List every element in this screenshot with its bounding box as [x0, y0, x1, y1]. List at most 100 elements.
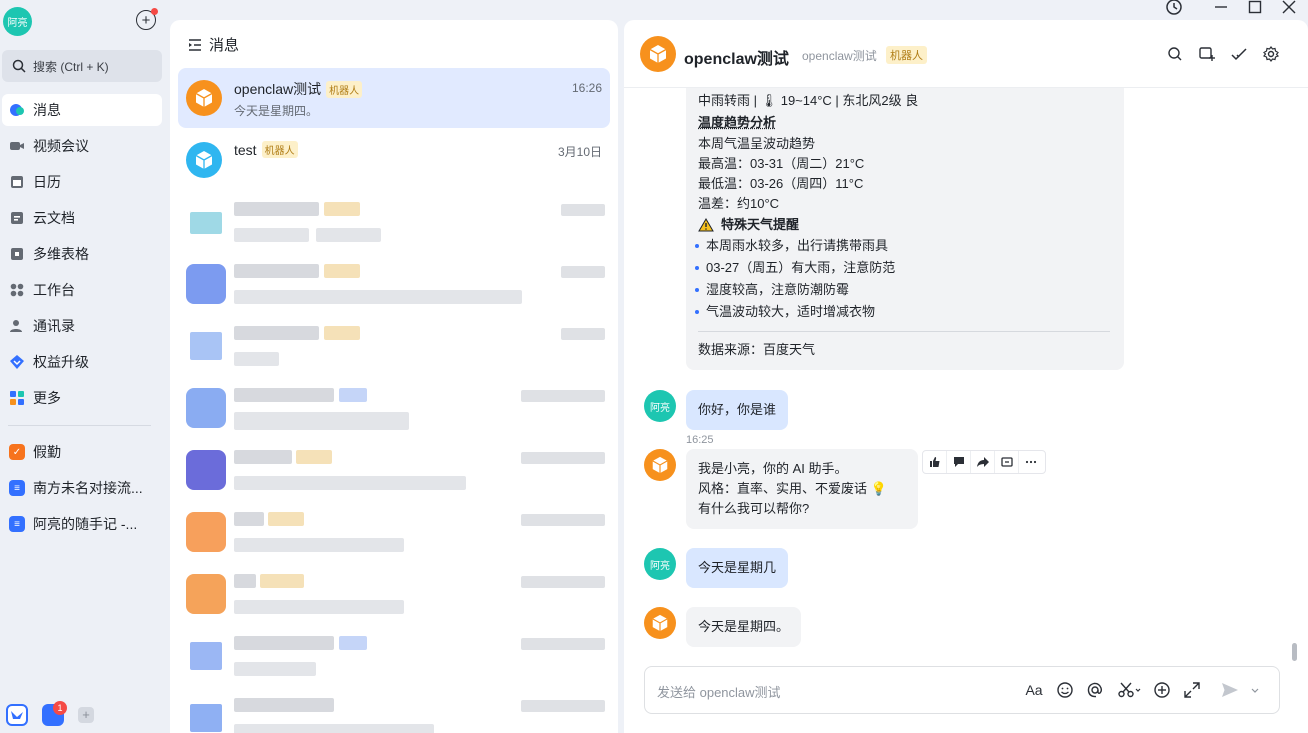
calendar-icon [9, 174, 25, 190]
user-message-bubble: 今天是星期几 [686, 548, 789, 588]
blurred-conversation[interactable] [186, 694, 606, 733]
nav-item-label: 通讯录 [33, 318, 75, 334]
feishu-logo-icon [11, 711, 23, 719]
conversation-list: 消息 openclaw测试 机器人 16:26 今天是星期四。 test 机器人 3… [170, 20, 618, 733]
app-switch-feishu[interactable] [6, 704, 28, 726]
cube-icon [195, 89, 213, 107]
message-input[interactable]: 发送给 openclaw测试 Aa [644, 666, 1280, 714]
search-icon [12, 59, 26, 73]
cube-icon [652, 456, 668, 474]
nav-item-label: 云文档 [33, 210, 75, 226]
notification-dot [151, 8, 158, 15]
nav-item-workspace[interactable]: 工作台 [2, 274, 162, 306]
thumbs-up-icon[interactable] [923, 451, 947, 473]
alert-item: 气温波动较大，适时增减衣物 [694, 302, 875, 322]
message-actions-toolbar [922, 450, 1046, 474]
blurred-conversation[interactable] [186, 322, 606, 382]
history-icon[interactable] [1165, 0, 1183, 16]
alert-item: 湿度较高，注意防潮防霉 [694, 280, 849, 300]
bot-avatar [186, 142, 222, 178]
user-avatar[interactable]: 阿亮 [644, 390, 676, 422]
settings-gear-icon[interactable] [1263, 46, 1279, 62]
nav-item-calendar[interactable]: 日历 [2, 166, 162, 198]
nav-item-label: 工作台 [33, 282, 75, 298]
cube-icon [649, 45, 667, 63]
send-icon[interactable] [1221, 681, 1239, 699]
add-app-button[interactable]: + [78, 707, 94, 723]
blurred-conversation[interactable] [186, 632, 606, 692]
search-placeholder: 搜索 (Ctrl + K) [33, 59, 109, 74]
source-divider [698, 331, 1110, 332]
emoji-icon[interactable] [1056, 681, 1074, 699]
nav-item-docs[interactable]: 云文档 [2, 202, 162, 234]
text-format-icon[interactable]: Aa [1025, 681, 1043, 699]
nav-item-upgrade[interactable]: 权益升级 [2, 346, 162, 378]
user-avatar[interactable]: 阿亮 [3, 7, 32, 36]
add-attachment-icon[interactable] [1153, 681, 1171, 699]
nav-item-label: 消息 [33, 102, 61, 118]
shortcut-doc-2[interactable]: ≡ 阿亮的随手记 -... [2, 508, 162, 540]
contacts-icon [9, 318, 25, 334]
nav-item-more[interactable]: 更多 [2, 382, 162, 414]
send-options-chevron-icon[interactable] [1249, 681, 1261, 699]
max-temperature: 最高温：03-31（周二）21°C [698, 156, 865, 171]
bot-avatar[interactable] [644, 607, 676, 639]
more-apps-icon [9, 390, 25, 406]
minimize-icon[interactable] [1214, 0, 1228, 14]
user-avatar[interactable]: 阿亮 [644, 548, 676, 580]
shortcut-doc-1[interactable]: ≡ 南方未名对接流... [2, 472, 162, 504]
more-actions-icon[interactable] [1019, 451, 1043, 473]
bot-message-bubble: 我是小亮，你的 AI 助手。 风格：直率、实用、不爱废话 💡 有什么我可以帮你? [686, 449, 918, 529]
shortcut-label: 假勤 [33, 444, 61, 460]
mention-icon[interactable] [1086, 681, 1104, 699]
nav-item-video[interactable]: 视频会议 [2, 130, 162, 162]
blurred-conversation[interactable] [186, 570, 606, 630]
conversation-item[interactable]: openclaw测试 机器人 16:26 今天是星期四。 [178, 68, 610, 128]
list-header: 消息 [187, 34, 239, 55]
blurred-conversation[interactable] [186, 384, 606, 444]
bot-avatar[interactable] [640, 36, 676, 72]
document-icon: ≡ [9, 480, 25, 496]
data-source: 数据来源：百度天气 [698, 342, 816, 357]
bot-avatar[interactable] [644, 449, 676, 481]
blurred-conversation[interactable] [186, 508, 606, 568]
bot-tag: 机器人 [261, 141, 298, 158]
quote-icon[interactable] [995, 451, 1019, 473]
blurred-conversation[interactable] [186, 446, 606, 506]
collapse-list-icon[interactable] [187, 37, 203, 53]
forward-icon[interactable] [971, 451, 995, 473]
warning-icon [698, 218, 714, 232]
nav-item-label: 视频会议 [33, 138, 89, 154]
user-message-bubble: 你好，你是谁 [686, 390, 789, 430]
window-controls [1160, 0, 1308, 18]
nav-item-label: 日历 [33, 174, 61, 190]
bot-message-bubble: 今天是星期四。 [686, 607, 802, 647]
blurred-conversation[interactable] [186, 198, 606, 258]
conversation-item[interactable]: test 机器人 3月10日 [178, 130, 610, 190]
screenshot-scissors-icon[interactable] [1117, 681, 1141, 699]
chat-scrollbar[interactable] [1292, 643, 1297, 661]
close-icon[interactable] [1282, 0, 1296, 14]
reply-comment-icon[interactable] [947, 451, 971, 473]
weather-report-bubble: 中雨转雨 | 🌡 19~14°C | 东北风2级 良 温度趋势分析 本周气温呈波… [686, 88, 1124, 370]
task-check-icon[interactable] [1231, 46, 1247, 62]
nav-item-label: 更多 [33, 390, 61, 406]
nav-item-contacts[interactable]: 通讯录 [2, 310, 162, 342]
chat-header: openclaw测试 openclaw测试 机器人 [624, 20, 1308, 88]
nav-item-messages[interactable]: 消息 [2, 94, 162, 126]
left-navigation: 阿亮 + 搜索 (Ctrl + K) 消息 视频会议 日历 云文档 多维表格 工… [0, 0, 170, 733]
add-member-icon[interactable] [1199, 46, 1215, 62]
nav-item-base[interactable]: 多维表格 [2, 238, 162, 270]
search-input[interactable]: 搜索 (Ctrl + K) [2, 50, 162, 82]
search-chat-icon[interactable] [1167, 46, 1183, 62]
maximize-icon[interactable] [1248, 0, 1262, 14]
shortcut-label: 南方未名对接流... [33, 480, 143, 496]
blurred-conversation[interactable] [186, 260, 606, 320]
cube-icon [652, 614, 668, 632]
temperature-difference: 温差：约10°C [698, 196, 780, 211]
attendance-icon: ✓ [9, 444, 25, 460]
upgrade-icon [9, 354, 25, 370]
shortcut-attendance[interactable]: ✓ 假勤 [2, 436, 162, 468]
expand-editor-icon[interactable] [1183, 681, 1201, 699]
trend-title: 温度趋势分析 [698, 115, 777, 130]
